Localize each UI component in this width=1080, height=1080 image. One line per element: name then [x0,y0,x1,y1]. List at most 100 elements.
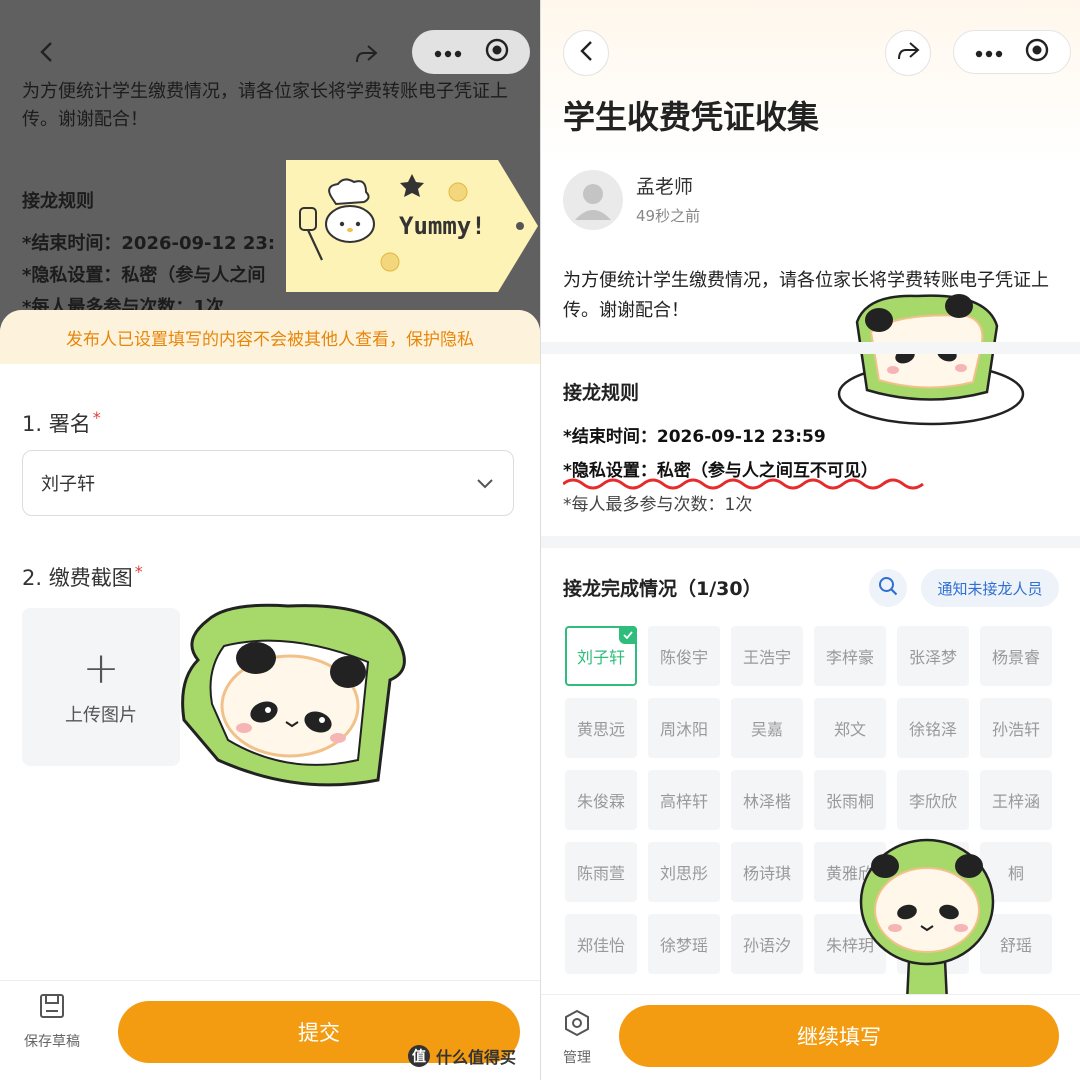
watermark: 值 什么值得买 [408,1044,516,1068]
participant-cell[interactable]: 陈俊宇 [648,626,720,686]
participant-cell[interactable]: 孙浩轩 [980,698,1052,758]
question-2-label: 2. 缴费截图 * [22,562,143,592]
watermark-badge: 值 [408,1045,430,1067]
avatar [563,170,623,230]
participant-cell[interactable]: 李梓豪 [814,626,886,686]
target-icon[interactable] [485,38,509,66]
participant-name: 刘思彤 [659,864,708,883]
participant-name: 林泽楷 [742,792,791,811]
privacy-notice: 发布人已设置填写的内容不会被其他人查看，保护隐私 [0,310,540,364]
post-time: 49秒之前 [636,207,701,225]
mini-program-capsule [953,30,1071,74]
participant-cell[interactable]: 张泽梦 [897,626,969,686]
participant-name: 张雨桐 [825,792,874,811]
participant-name: 孙浩轩 [991,720,1040,739]
participant-name: 刘子轩 [576,648,625,667]
upload-label: 上传图片 [65,705,137,726]
participant-name: 孙语汐 [742,936,791,955]
share-icon[interactable] [350,38,382,70]
chevron-down-icon [477,473,493,494]
participant-name: 黄思远 [576,720,625,739]
rule-max-times: *每人最多参与次数：1次 [563,495,753,515]
participant-name: 桐 [1007,864,1024,883]
participant-name: 王梓涵 [991,792,1040,811]
target-icon[interactable] [1025,38,1049,66]
participant-cell[interactable]: 李欣欣 [897,770,969,830]
search-icon [878,576,898,600]
signature-select[interactable]: 刘子轩 [22,450,514,516]
yummy-sticker: Yummy! [286,160,538,292]
participant-name: 陈俊宇 [659,648,708,667]
yummy-text: Yummy! [399,212,486,240]
save-draft-label: 保存草稿 [24,1034,80,1050]
save-icon [39,993,65,1023]
required-mark: * [134,562,143,581]
more-icon[interactable] [975,43,1003,62]
panda-toast-sticker [181,603,406,787]
required-mark: * [92,408,101,427]
dim-rule-end: *结束时间：2026-09-12 23: [22,233,276,254]
search-button[interactable] [869,569,907,607]
participant-name: 李欣欣 [908,792,957,811]
mini-program-capsule [412,30,530,74]
rules-title: 接龙规则 [563,382,640,404]
right-screen: 学生收费凭证收集 孟老师 49秒之前 为方便统计学生缴费情况，请各位家长将学费转… [541,0,1080,1080]
participant-cell[interactable]: 林泽楷 [731,770,803,830]
hexagon-gear-icon [563,1009,591,1041]
manage-button[interactable]: 管理 [555,1009,599,1067]
panda-mushroom-sticker [859,838,995,1011]
upload-image-button[interactable]: + 上传图片 [22,608,180,766]
save-draft-button[interactable]: 保存草稿 [14,993,90,1051]
participant-name: 周沐阳 [659,720,708,739]
continue-button[interactable]: 继续填写 [619,1005,1059,1067]
share-button[interactable] [885,30,931,76]
participant-name: 徐铭泽 [908,720,957,739]
participant-cell[interactable]: 杨景睿 [980,626,1052,686]
participant-cell[interactable]: 张雨桐 [814,770,886,830]
rule-end-time: *结束时间：2026-09-12 23:59 [563,427,826,447]
participant-cell[interactable]: 高梓轩 [648,770,720,830]
question-1-text: 1. 署名 [22,412,91,436]
person-icon [575,184,611,220]
participant-name: 张泽梦 [908,648,957,667]
participant-name: 郑文 [833,720,866,739]
participant-cell[interactable]: 郑佳怡 [565,914,637,974]
participant-cell[interactable]: 王浩宇 [731,626,803,686]
participant-cell[interactable]: 朱俊霖 [565,770,637,830]
participant-cell[interactable]: 徐梦瑶 [648,914,720,974]
participant-cell[interactable]: 徐铭泽 [897,698,969,758]
participant-name: 陈雨萱 [576,864,625,883]
signature-value: 刘子轩 [41,474,95,495]
status-title: 接龙完成情况（1/30） [563,578,762,600]
left-screen: 为方便统计学生缴费情况，请各位家长将学费转账电子凭证上传。谢谢配合！ 接龙规则 … [0,0,540,1080]
watermark-text: 什么值得买 [436,1048,517,1067]
participant-cell[interactable]: 郑文 [814,698,886,758]
share-icon [896,40,920,66]
participant-cell[interactable]: 周沐阳 [648,698,720,758]
participant-cell[interactable]: 陈雨萱 [565,842,637,902]
participant-cell[interactable]: 王梓涵 [980,770,1052,830]
participant-cell[interactable]: 吴嘉 [731,698,803,758]
participant-name: 高梓轩 [659,792,708,811]
participant-name: 杨景睿 [991,648,1040,667]
more-icon[interactable] [434,43,462,62]
participant-name: 舒瑶 [999,936,1032,955]
right-bottom-bar: 管理 继续填写 [541,994,1080,1080]
participant-name: 王浩宇 [742,648,791,667]
manage-label: 管理 [563,1050,591,1066]
participant-name: 吴嘉 [750,720,783,739]
participant-cell[interactable]: 刘子轩 [565,626,637,686]
participant-cell[interactable]: 刘思彤 [648,842,720,902]
back-icon [579,40,593,66]
participant-cell[interactable]: 孙语汐 [731,914,803,974]
back-button[interactable] [563,30,609,76]
participant-name: 朱俊霖 [576,792,625,811]
notify-button[interactable]: 通知未接龙人员 [921,569,1059,607]
participant-name: 郑佳怡 [576,936,625,955]
question-1-label: 1. 署名 * [22,408,101,438]
panda-plate-sticker [837,294,1025,426]
participant-cell[interactable]: 黄思远 [565,698,637,758]
participant-name: 李梓豪 [825,648,874,667]
participant-cell[interactable]: 杨诗琪 [731,842,803,902]
back-icon[interactable] [30,36,62,68]
